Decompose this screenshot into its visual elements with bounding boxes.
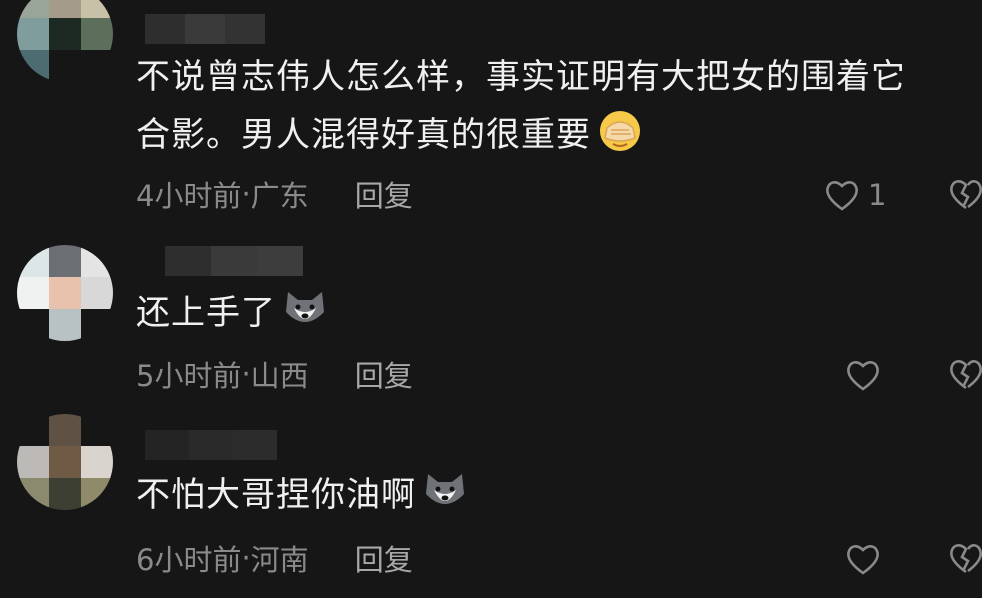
comment-location: 山西 [250, 359, 309, 393]
comment-text: 不怕大哥捏你油啊 [136, 466, 976, 524]
broken-heart-icon [948, 541, 982, 575]
meta-separator: · [241, 357, 251, 391]
comment-time: 4小时前 [136, 179, 242, 213]
heart-icon [845, 358, 881, 392]
like-count: 1 [868, 178, 887, 212]
husky-emoji-icon [282, 286, 328, 332]
comment-meta: 6小时前 · 河南 回复 [136, 538, 413, 578]
heart-icon [824, 178, 860, 212]
reply-button[interactable]: 回复 [355, 537, 413, 579]
comment-text-line: 合影。男人混得好真的很重要 [136, 106, 976, 164]
comment-meta: 5小时前 · 山西 回复 [136, 354, 413, 394]
comment-text-line: 不说曾志伟人怎么样，事实证明有大把女的围着它 [136, 57, 906, 97]
meta-separator: · [241, 541, 251, 575]
comment-text-line: 不怕大哥捏你油啊 [136, 466, 976, 524]
reply-button[interactable]: 回复 [355, 353, 413, 395]
username-blurred[interactable] [145, 430, 277, 460]
comment-location: 河南 [250, 543, 309, 577]
comment-text: 不说曾志伟人怎么样，事实证明有大把女的围着它 合影。男人混得好真的很重要 [136, 48, 976, 164]
husky-emoji-icon [422, 468, 468, 514]
username-blurred[interactable] [165, 246, 303, 276]
comment-location: 广东 [250, 179, 309, 213]
comment-text: 还上手了 [136, 284, 976, 342]
like-button[interactable] [845, 355, 889, 395]
comment-text-line1: 不怕大哥捏你油啊 [136, 475, 416, 515]
heart-icon [845, 542, 881, 576]
comment-text-line: 还上手了 [136, 284, 976, 342]
avatar[interactable] [17, 245, 113, 341]
broken-heart-icon [948, 357, 982, 391]
facepalm-emoji-icon [597, 108, 643, 154]
broken-heart-icon [948, 177, 982, 211]
like-button[interactable]: 1 [824, 175, 886, 215]
username-blurred[interactable] [145, 14, 265, 44]
reply-button[interactable]: 回复 [355, 173, 413, 215]
avatar[interactable] [17, 0, 113, 82]
comment-time: 5小时前 [136, 359, 242, 393]
comment-text-line2: 合影。男人混得好真的很重要 [136, 115, 591, 155]
dislike-button[interactable] [948, 357, 982, 393]
like-button[interactable] [845, 539, 889, 579]
dislike-button[interactable] [948, 541, 982, 577]
comment-text-line1: 还上手了 [136, 293, 276, 333]
comment-meta: 4小时前 · 广东 回复 [136, 174, 413, 214]
avatar[interactable] [17, 414, 113, 510]
dislike-button[interactable] [948, 177, 982, 213]
meta-separator: · [241, 177, 251, 211]
comment-time: 6小时前 [136, 543, 242, 577]
